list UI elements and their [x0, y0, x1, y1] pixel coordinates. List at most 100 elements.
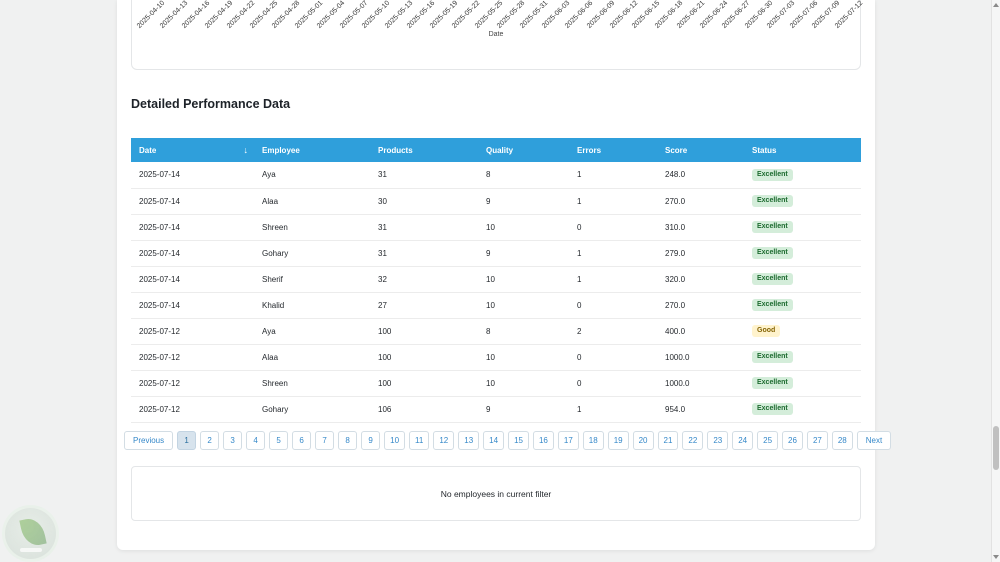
page-button[interactable]: 5 [269, 431, 289, 450]
table-cell: 2025-07-14 [131, 162, 254, 189]
page-button[interactable]: 7 [315, 431, 335, 450]
previous-page-button[interactable]: Previous [124, 431, 174, 450]
page-button[interactable]: 2 [200, 431, 220, 450]
leaf-icon [19, 516, 47, 548]
status-badge: Excellent [752, 246, 793, 260]
table-cell: 106 [370, 396, 478, 423]
page-button[interactable]: 21 [657, 431, 679, 450]
scroll-up-arrow-icon[interactable] [992, 0, 1000, 10]
status-badge: Excellent [752, 272, 793, 286]
page: 2025-04-10 2025-04-13 2025-04-16 2025-04-19… [0, 0, 1000, 562]
page-button[interactable]: 27 [806, 431, 828, 450]
table-cell: Aya [254, 162, 370, 189]
table-cell: 270.0 [657, 292, 744, 319]
table-cell: Sherif [254, 266, 370, 293]
scroll-down-arrow-icon[interactable] [992, 552, 1000, 562]
table-cell: 0 [569, 214, 657, 241]
table-cell: 8 [478, 162, 569, 189]
table-row: 2025-07-14 Gohary 31 9 1 279.0 Excellent [131, 240, 861, 267]
page-button[interactable]: 3 [223, 431, 243, 450]
column-header-employee[interactable]: Employee [254, 138, 370, 162]
watermark-caption [19, 548, 42, 552]
table-cell: 1 [569, 240, 657, 267]
page-button[interactable]: 14 [483, 431, 505, 450]
empty-state: No employees in current filter [131, 466, 861, 521]
table-cell: 1000.0 [657, 370, 744, 397]
page-button[interactable]: 8 [338, 431, 358, 450]
table-cell-status: Good [744, 318, 861, 345]
table-cell: 2025-07-12 [131, 344, 254, 371]
table-row: 2025-07-14 Sherif 32 10 1 320.0 Excellent [131, 266, 861, 293]
table-cell: 400.0 [657, 318, 744, 345]
page-button[interactable]: 6 [292, 431, 312, 450]
scrollbar-thumb[interactable] [993, 426, 999, 470]
page-button[interactable]: 24 [732, 431, 754, 450]
status-badge: Excellent [752, 298, 793, 312]
table-cell: 2025-07-14 [131, 266, 254, 293]
column-header-quality[interactable]: Quality [478, 138, 569, 162]
column-header-date[interactable]: Date ↓ [131, 138, 254, 162]
column-header-score[interactable]: Score [657, 138, 744, 162]
page-button[interactable]: 9 [361, 431, 381, 450]
table-cell: 1000.0 [657, 344, 744, 371]
table-cell: Aya [254, 318, 370, 345]
table-cell: 279.0 [657, 240, 744, 267]
table-cell: 310.0 [657, 214, 744, 241]
table-cell: 31 [370, 240, 478, 267]
page-button[interactable]: 4 [246, 431, 266, 450]
page-button-active[interactable]: 1 [177, 431, 197, 450]
table-cell: 1 [569, 266, 657, 293]
table-row: 2025-07-12 Aya 100 8 2 400.0 Good [131, 318, 861, 345]
table-cell: 2025-07-14 [131, 292, 254, 319]
table-cell: 32 [370, 266, 478, 293]
table-cell: 1 [569, 188, 657, 215]
sort-descending-icon[interactable]: ↓ [244, 145, 249, 155]
status-badge: Excellent [752, 350, 793, 364]
table-cell: Alaa [254, 344, 370, 371]
column-label: Quality [486, 145, 514, 155]
table-row: 2025-07-14 Shreen 31 10 0 310.0 Excellent [131, 214, 861, 241]
table-cell: 954.0 [657, 396, 744, 423]
section-title: Detailed Performance Data [131, 97, 291, 111]
table-row: 2025-07-14 Khalid 27 10 0 270.0 Excellent [131, 292, 861, 319]
table-cell: 10 [478, 292, 569, 319]
x-axis-label: Date [488, 31, 504, 38]
scrollbar[interactable] [991, 0, 1000, 562]
page-button[interactable]: 13 [458, 431, 480, 450]
page-button[interactable]: 20 [632, 431, 654, 450]
table-cell: Gohary [254, 396, 370, 423]
column-label: Date [139, 145, 157, 155]
table-row: 2025-07-12 Shreen 100 10 0 1000.0 Excellent [131, 370, 861, 397]
page-button[interactable]: 25 [757, 431, 779, 450]
table-cell: 2025-07-14 [131, 188, 254, 215]
page-button[interactable]: 12 [433, 431, 455, 450]
page-button[interactable]: 22 [682, 431, 704, 450]
table-cell-status: Excellent [744, 188, 861, 215]
table-cell: 1 [569, 396, 657, 423]
table-cell: 9 [478, 240, 569, 267]
table-cell: Shreen [254, 214, 370, 241]
table-cell: 31 [370, 214, 478, 241]
status-badge: Excellent [752, 220, 793, 234]
page-button[interactable]: 28 [831, 431, 853, 450]
column-header-status[interactable]: Status [744, 138, 861, 162]
table-cell: 10 [478, 370, 569, 397]
page-button[interactable]: 18 [582, 431, 604, 450]
page-button[interactable]: 15 [508, 431, 529, 450]
next-page-button[interactable]: Next [856, 431, 892, 450]
page-button[interactable]: 26 [782, 431, 803, 450]
table-cell-status: Excellent [744, 162, 861, 189]
page-button[interactable]: 10 [384, 431, 406, 450]
page-button[interactable]: 23 [707, 431, 729, 450]
page-button[interactable]: 17 [557, 431, 579, 450]
page-button[interactable]: 19 [607, 431, 629, 450]
table-cell: 30 [370, 188, 478, 215]
column-label: Status [752, 145, 777, 155]
table-cell: 31 [370, 162, 478, 189]
table-cell: 248.0 [657, 162, 744, 189]
column-header-products[interactable]: Products [370, 138, 478, 162]
column-header-errors[interactable]: Errors [569, 138, 657, 162]
page-button[interactable]: 16 [532, 431, 554, 450]
status-badge: Excellent [752, 376, 793, 390]
page-button[interactable]: 11 [409, 431, 430, 450]
